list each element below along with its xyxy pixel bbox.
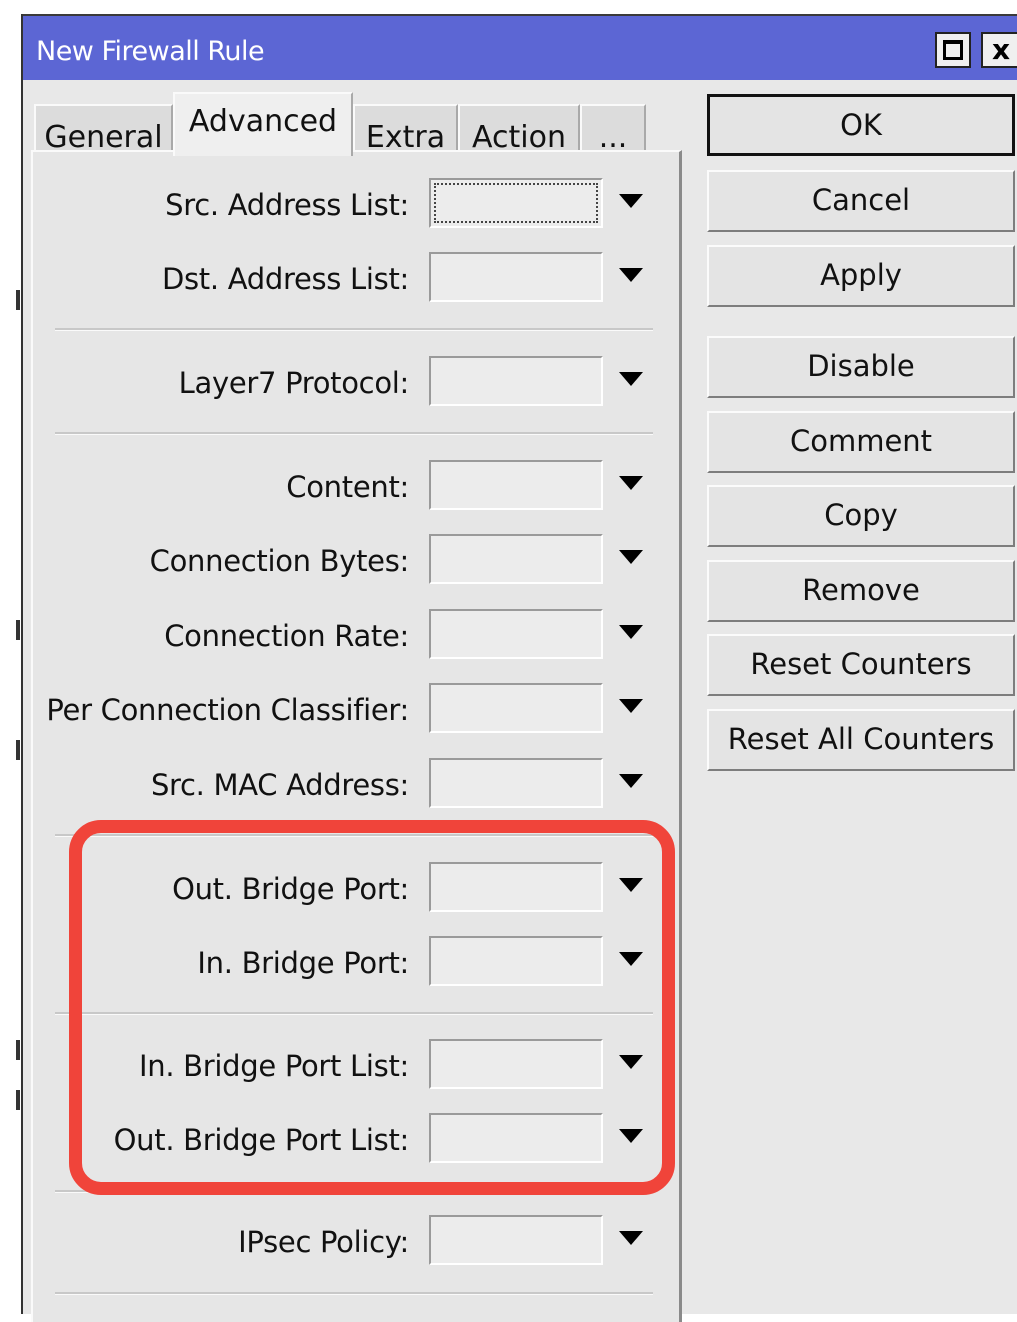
dropdown-arrow-icon[interactable] bbox=[619, 268, 643, 282]
in-bridge-port-label: In. Bridge Port: bbox=[197, 946, 409, 980]
dropdown-arrow-icon[interactable] bbox=[619, 372, 643, 386]
divider bbox=[55, 834, 653, 837]
connection-rate-row: Connection Rate: bbox=[33, 609, 679, 665]
out-bridge-port-list-label: Out. Bridge Port List: bbox=[113, 1123, 410, 1157]
dropdown-arrow-icon[interactable] bbox=[619, 1129, 643, 1143]
layer7-protocol-row: Layer7 Protocol: bbox=[33, 356, 679, 412]
out-bridge-port-list-input[interactable] bbox=[429, 1113, 603, 1163]
divider bbox=[55, 1012, 653, 1015]
per-connection-classifier-row: Per Connection Classifier: bbox=[33, 683, 679, 739]
ok-button[interactable]: OK bbox=[707, 94, 1015, 156]
tab-advanced[interactable]: Advanced bbox=[173, 92, 353, 156]
ipsec-policy-label: IPsec Policy: bbox=[238, 1225, 409, 1259]
connection-bytes-input[interactable] bbox=[429, 534, 603, 584]
disable-button[interactable]: Disable bbox=[707, 336, 1015, 398]
apply-button[interactable]: Apply bbox=[707, 245, 1015, 307]
src-mac-address-label: Src. MAC Address: bbox=[150, 768, 409, 802]
in-bridge-port-list-row: In. Bridge Port List: bbox=[33, 1039, 679, 1095]
content-input[interactable] bbox=[429, 460, 603, 510]
background-window-edge bbox=[16, 290, 20, 310]
in-bridge-port-input[interactable] bbox=[429, 936, 603, 986]
dropdown-arrow-icon[interactable] bbox=[619, 1231, 643, 1245]
background-window-edge bbox=[16, 1090, 20, 1110]
divider bbox=[55, 328, 653, 331]
divider bbox=[55, 432, 653, 435]
divider bbox=[55, 1292, 653, 1295]
tab-action[interactable]: Action bbox=[458, 104, 580, 156]
window-title: New Firewall Rule bbox=[36, 36, 265, 67]
out-bridge-port-list-row: Out. Bridge Port List: bbox=[33, 1113, 679, 1169]
ipsec-policy-row: IPsec Policy: bbox=[33, 1215, 679, 1271]
connection-rate-label: Connection Rate: bbox=[164, 619, 409, 653]
in-bridge-port-row: In. Bridge Port: bbox=[33, 936, 679, 992]
content-label: Content: bbox=[286, 470, 409, 504]
layer7-protocol-label: Layer7 Protocol: bbox=[178, 366, 410, 400]
connection-rate-input[interactable] bbox=[429, 609, 603, 659]
advanced-tab-panel: Src. Address List: Dst. Address List: La… bbox=[31, 150, 682, 1322]
dropdown-arrow-icon[interactable] bbox=[619, 1055, 643, 1069]
copy-button[interactable]: Copy bbox=[707, 485, 1015, 547]
comment-button[interactable]: Comment bbox=[707, 411, 1015, 473]
background-window-edge bbox=[16, 740, 20, 760]
dropdown-arrow-icon[interactable] bbox=[619, 774, 643, 788]
in-bridge-port-list-input[interactable] bbox=[429, 1039, 603, 1089]
titlebar[interactable]: New Firewall Rule x bbox=[23, 14, 1017, 80]
tab-more[interactable]: ... bbox=[580, 104, 646, 156]
out-bridge-port-label: Out. Bridge Port: bbox=[172, 872, 409, 906]
maximize-button[interactable] bbox=[935, 32, 971, 68]
reset-counters-button[interactable]: Reset Counters bbox=[707, 634, 1015, 696]
dst-address-list-input[interactable] bbox=[429, 252, 603, 302]
connection-bytes-label: Connection Bytes: bbox=[149, 544, 410, 578]
background-window-edge bbox=[16, 1040, 20, 1060]
dst-address-list-row: Dst. Address List: bbox=[33, 252, 679, 308]
src-address-list-label: Src. Address List: bbox=[165, 188, 409, 222]
per-connection-classifier-label: Per Connection Classifier: bbox=[46, 693, 409, 727]
connection-bytes-row: Connection Bytes: bbox=[33, 534, 679, 590]
per-connection-classifier-input[interactable] bbox=[429, 683, 603, 733]
src-mac-address-input[interactable] bbox=[429, 758, 603, 808]
src-mac-address-row: Src. MAC Address: bbox=[33, 758, 679, 814]
dropdown-arrow-icon[interactable] bbox=[619, 699, 643, 713]
dropdown-arrow-icon[interactable] bbox=[619, 952, 643, 966]
ipsec-policy-input[interactable] bbox=[429, 1215, 603, 1265]
dst-address-list-label: Dst. Address List: bbox=[161, 262, 409, 296]
src-address-list-row: Src. Address List: bbox=[33, 178, 679, 234]
close-button[interactable]: x bbox=[981, 32, 1017, 68]
cancel-button[interactable]: Cancel bbox=[707, 170, 1015, 232]
layer7-protocol-input[interactable] bbox=[429, 356, 603, 406]
src-address-list-input[interactable] bbox=[429, 178, 603, 228]
dropdown-arrow-icon[interactable] bbox=[619, 878, 643, 892]
divider bbox=[55, 1190, 653, 1193]
dropdown-arrow-icon[interactable] bbox=[619, 194, 643, 208]
dropdown-arrow-icon[interactable] bbox=[619, 625, 643, 639]
remove-button[interactable]: Remove bbox=[707, 560, 1015, 622]
out-bridge-port-input[interactable] bbox=[429, 862, 603, 912]
dropdown-arrow-icon[interactable] bbox=[619, 476, 643, 490]
firewall-rule-dialog: New Firewall Rule x General Advanced Ext… bbox=[21, 14, 1017, 1322]
background-window-edge bbox=[16, 620, 20, 640]
out-bridge-port-row: Out. Bridge Port: bbox=[33, 862, 679, 918]
dropdown-arrow-icon[interactable] bbox=[619, 550, 643, 564]
maximize-icon bbox=[943, 40, 963, 60]
content-row: Content: bbox=[33, 460, 679, 516]
reset-all-counters-button[interactable]: Reset All Counters bbox=[707, 709, 1015, 771]
tab-general[interactable]: General bbox=[34, 104, 173, 156]
tab-extra[interactable]: Extra bbox=[353, 104, 458, 156]
in-bridge-port-list-label: In. Bridge Port List: bbox=[139, 1049, 409, 1083]
